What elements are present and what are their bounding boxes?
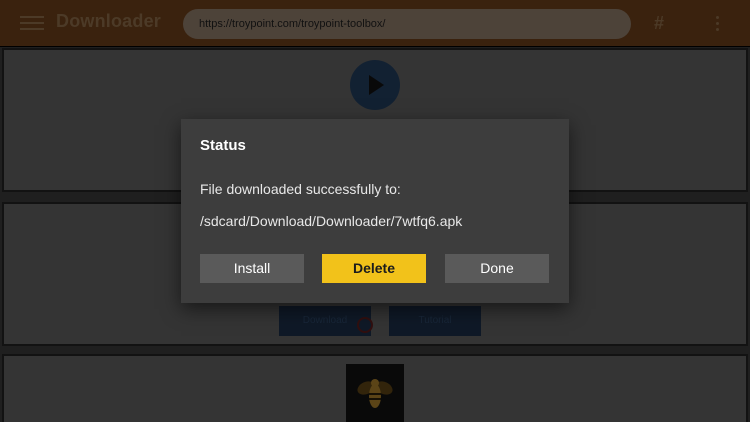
install-button[interactable]: Install — [200, 254, 304, 283]
done-button[interactable]: Done — [445, 254, 549, 283]
downloader-app: Downloader https://troypoint.com/troypoi… — [0, 0, 750, 422]
dialog-file-path: /sdcard/Download/Downloader/7wtfq6.apk — [200, 213, 463, 229]
delete-button[interactable]: Delete — [322, 254, 426, 283]
dialog-title: Status — [200, 137, 246, 154]
status-dialog: Status File downloaded successfully to: … — [181, 119, 569, 303]
dialog-message: File downloaded successfully to: — [200, 181, 401, 197]
